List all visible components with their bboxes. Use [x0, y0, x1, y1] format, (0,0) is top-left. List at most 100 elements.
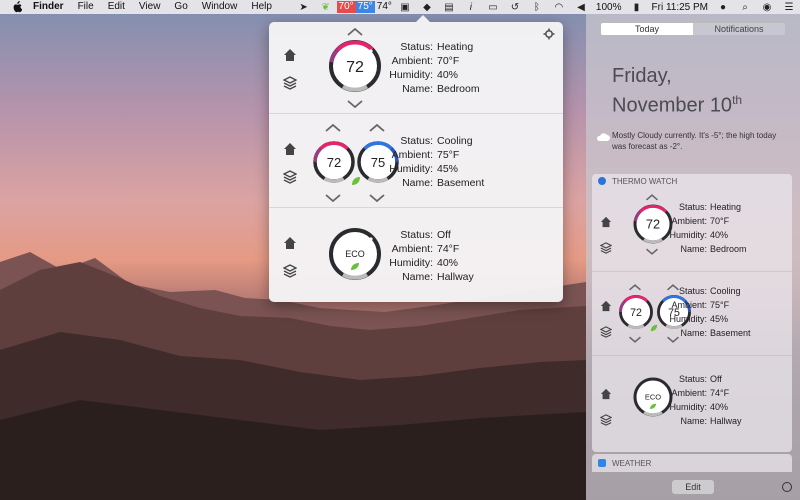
name-label: Name:: [680, 244, 707, 254]
status-label: Status:: [678, 202, 707, 212]
user-icon[interactable]: ●: [716, 1, 730, 13]
nc-thermostat-row-basement: 72 75 Status: Cooling Ambient: 75°F Humidi…: [592, 274, 792, 356]
tab-notifications[interactable]: Notifications: [693, 23, 785, 35]
menu-clock[interactable]: Fri 11:25 PM: [648, 2, 713, 13]
temp-basement-item[interactable]: 75°: [355, 1, 375, 13]
battery-percent[interactable]: 100%: [592, 2, 626, 13]
bluetooth-icon[interactable]: ᛒ: [530, 1, 544, 13]
heat-up-chevron[interactable]: [324, 124, 342, 132]
temp-hallway-item[interactable]: 74°: [375, 1, 394, 13]
widget-title: THERMO WATCH: [612, 176, 678, 186]
thermostat-info: Status: Cooling Ambient: 75°F Humidity: 45%…: [363, 134, 484, 190]
layers-icon[interactable]: [283, 170, 297, 184]
status-label: Status:: [400, 229, 433, 241]
cool-down-chevron[interactable]: [368, 194, 386, 202]
info-icon[interactable]: i: [464, 1, 478, 13]
heat-up-chevron[interactable]: [628, 284, 642, 291]
apple-menu-icon[interactable]: [12, 1, 22, 13]
cast-icon[interactable]: ▣: [398, 1, 412, 13]
status-label: Status:: [400, 135, 433, 147]
menu-file[interactable]: File: [71, 0, 101, 14]
menu-window[interactable]: Window: [195, 0, 245, 14]
ambient-label: Ambient:: [391, 55, 433, 67]
name-label: Name:: [680, 328, 707, 338]
airplay-icon[interactable]: ▭: [486, 1, 500, 13]
weather-widget-title: WEATHER: [612, 458, 652, 468]
ambient-label: Ambient:: [671, 216, 707, 226]
heat-setpoint-dial[interactable]: 72: [312, 140, 356, 184]
temp-down-chevron[interactable]: [346, 100, 364, 108]
ambient-value: 75°F: [710, 300, 730, 310]
nc-thermostat-row-bedroom: 72 Status: Heating Ambient: 70°F Humidity:…: [592, 190, 792, 272]
humidity-value: 45%: [437, 163, 459, 175]
display-icon[interactable]: ▤: [442, 1, 456, 13]
spotlight-icon[interactable]: ⌕: [738, 1, 752, 13]
edit-button[interactable]: Edit: [672, 480, 714, 494]
thermostat-info: Status: Heating Ambient: 70°F Humidity: 40%…: [363, 40, 480, 96]
ambient-value: 70°F: [710, 216, 730, 226]
nc-tab-control: Today Notifications: [600, 22, 786, 36]
home-icon[interactable]: [283, 142, 297, 156]
eco-dial-text: ECO: [345, 249, 365, 259]
menu-help[interactable]: Help: [244, 0, 279, 14]
location-arrow-icon[interactable]: ➤: [297, 1, 311, 13]
layers-icon[interactable]: [283, 76, 297, 90]
humidity-value: 40%: [437, 69, 459, 81]
weather-widget[interactable]: WEATHER: [592, 454, 792, 472]
ambient-value: 74°F: [437, 243, 460, 255]
status-value: Off: [710, 374, 722, 384]
clock-icon[interactable]: [782, 482, 792, 492]
menu-app-name[interactable]: Finder: [26, 0, 71, 14]
temp-bedroom-item[interactable]: 70°: [336, 1, 356, 13]
home-icon[interactable]: [600, 216, 612, 228]
volume-icon[interactable]: ◀: [574, 1, 588, 13]
nc-thermostat-row-hallway: ECO Status: Off Ambient: 74°F Humidity: 40%…: [592, 362, 792, 444]
thermostat-row-hallway: ECO Status: Off Ambient: 74°F Humidity: 40%…: [269, 210, 563, 302]
dropbox-icon[interactable]: ◆: [420, 1, 434, 13]
name-value: Bedroom: [437, 83, 480, 95]
home-icon[interactable]: [283, 236, 297, 250]
thermostat-row-bedroom: 72 Status: Heating Ambient: 70°F Humidity:…: [269, 22, 563, 114]
status-value: Off: [437, 229, 451, 241]
menu-go[interactable]: Go: [167, 0, 194, 14]
home-icon[interactable]: [600, 388, 612, 400]
status-label: Status:: [400, 41, 433, 53]
layers-icon[interactable]: [600, 326, 612, 338]
ambient-label: Ambient:: [391, 243, 433, 255]
ambient-value: 75°F: [437, 149, 460, 161]
cool-up-chevron[interactable]: [368, 124, 386, 132]
heat-dial-text: 72: [327, 155, 341, 170]
tab-today[interactable]: Today: [601, 23, 693, 35]
battery-icon[interactable]: ▮: [630, 1, 644, 13]
name-value: Bedroom: [710, 244, 747, 254]
status-label: Status:: [678, 286, 707, 296]
thermostat-info: Status: Heating Ambient: 70°F Humidity: 40%…: [644, 200, 747, 256]
heat-down-chevron[interactable]: [628, 336, 642, 343]
menu-edit[interactable]: Edit: [101, 0, 132, 14]
layers-icon[interactable]: [600, 414, 612, 426]
layers-icon[interactable]: [283, 264, 297, 278]
wifi-icon[interactable]: ◠: [552, 1, 566, 13]
name-value: Hallway: [710, 416, 742, 426]
name-label: Name:: [402, 271, 433, 283]
cloud-icon: [596, 133, 610, 141]
humidity-value: 40%: [437, 257, 459, 269]
siri-icon[interactable]: ◉: [760, 1, 774, 13]
humidity-value: 40%: [710, 402, 729, 412]
thermostat-row-basement: 72 75 Status: Cooling Ambient: 75°F Humidi…: [269, 116, 563, 208]
humidity-value: 45%: [710, 314, 729, 324]
status-area: ➤ ❦ 70° 75° 74° ▣ ◆ ▤ i ▭ ↺ ᛒ ◠ ◀ 100% ▮…: [293, 0, 800, 14]
notification-center-icon[interactable]: ☰: [782, 1, 796, 13]
temp-up-chevron[interactable]: [346, 28, 364, 36]
leaf-icon[interactable]: ❦: [319, 1, 333, 13]
menu-view[interactable]: View: [132, 0, 168, 14]
time-machine-icon[interactable]: ↺: [508, 1, 522, 13]
ambient-label: Ambient:: [671, 388, 707, 398]
notification-center: Today Notifications Friday, November 10t…: [586, 14, 800, 500]
heat-down-chevron[interactable]: [324, 194, 342, 202]
home-icon[interactable]: [600, 300, 612, 312]
widget-header: THERMO WATCH: [592, 174, 792, 188]
home-icon[interactable]: [283, 48, 297, 62]
status-label: Status:: [678, 374, 707, 384]
layers-icon[interactable]: [600, 242, 612, 254]
